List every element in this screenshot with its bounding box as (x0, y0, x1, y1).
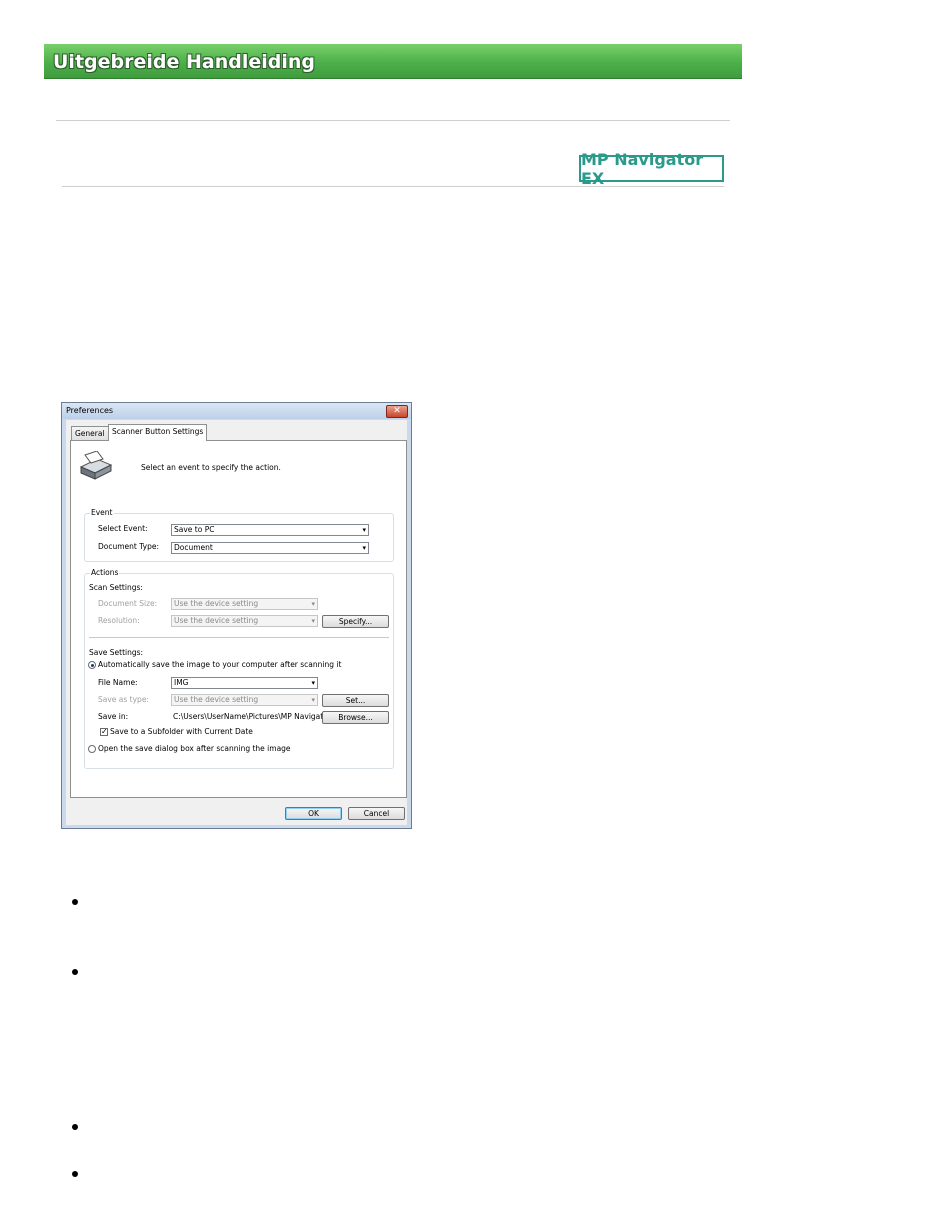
save-settings-label: Save Settings: (89, 648, 144, 657)
save-in-label: Save in: (98, 712, 129, 721)
save-as-type-label: Save as type: (98, 695, 149, 704)
save-as-type-dropdown[interactable]: Use the device setting ▾ (171, 694, 318, 706)
resolution-label: Resolution: (98, 616, 140, 625)
specify-button[interactable]: Specify... (322, 615, 389, 628)
select-event-value: Save to PC (174, 525, 215, 534)
auto-save-label[interactable]: Automatically save the image to your com… (98, 660, 341, 669)
document-size-dropdown[interactable]: Use the device setting ▾ (171, 598, 318, 610)
file-name-combo[interactable]: IMG ▾ (171, 677, 318, 689)
scanner-icon (79, 451, 113, 480)
actions-group: Actions Scan Settings: Document Size: Us… (84, 568, 394, 769)
select-event-label: Select Event: (98, 524, 148, 533)
document-type-label: Document Type: (98, 542, 159, 551)
save-in-path: C:\Users\UserName\Pictures\MP Navigat (173, 712, 324, 721)
header-title: Uitgebreide Handleiding (53, 51, 315, 73)
browse-button[interactable]: Browse... (322, 711, 389, 724)
bullet-3 (72, 1124, 78, 1130)
dialog-intro-text: Select an event to specify the action. (141, 463, 281, 472)
preferences-dialog: Preferences ✕ General Scanner Button Set… (61, 402, 412, 829)
chevron-down-icon: ▾ (311, 696, 315, 704)
scan-settings-label: Scan Settings: (89, 583, 143, 592)
bullet-1 (72, 899, 78, 905)
resolution-value: Use the device setting (174, 616, 259, 625)
tab-general[interactable]: General (71, 426, 109, 440)
save-as-type-value: Use the device setting (174, 695, 259, 704)
bullet-2 (72, 969, 78, 975)
set-button[interactable]: Set... (322, 694, 389, 707)
ok-button[interactable]: OK (285, 807, 342, 820)
top-divider (56, 120, 730, 121)
actions-separator (89, 637, 389, 638)
file-name-label: File Name: (98, 678, 138, 687)
dialog-client: General Scanner Button Settings Select a… (66, 420, 407, 825)
bullet-4 (72, 1171, 78, 1177)
document-size-label: Document Size: (98, 599, 158, 608)
chevron-down-icon: ▾ (362, 544, 366, 552)
select-event-dropdown[interactable]: Save to PC ▾ (171, 524, 369, 536)
tab-scanner-button-settings[interactable]: Scanner Button Settings (108, 424, 208, 441)
event-group: Event Select Event: Save to PC ▾ Documen… (84, 508, 394, 562)
actions-group-title: Actions (90, 568, 120, 577)
document-type-value: Document (174, 543, 213, 552)
logo-divider (62, 186, 724, 187)
open-dialog-radio[interactable] (88, 745, 96, 753)
cancel-button[interactable]: Cancel (348, 807, 405, 820)
subfolder-checkbox-label[interactable]: Save to a Subfolder with Current Date (110, 727, 253, 736)
header-banner: Uitgebreide Handleiding (44, 44, 742, 79)
dialog-titlebar: Preferences ✕ (62, 403, 411, 419)
subfolder-checkbox[interactable]: ✓ (100, 728, 108, 736)
close-icon[interactable]: ✕ (386, 405, 408, 418)
chevron-down-icon: ▾ (311, 679, 315, 687)
dialog-title: Preferences (66, 406, 114, 415)
product-logo-text: MP Navigator EX (581, 149, 704, 188)
resolution-dropdown[interactable]: Use the device setting ▾ (171, 615, 318, 627)
file-name-value: IMG (174, 678, 189, 687)
tab-panel: Select an event to specify the action. E… (70, 440, 407, 798)
chevron-down-icon: ▾ (362, 526, 366, 534)
auto-save-radio[interactable] (88, 661, 96, 669)
chevron-down-icon: ▾ (311, 617, 315, 625)
event-group-title: Event (90, 508, 114, 517)
product-logo: MP Navigator EX (579, 150, 724, 188)
document-size-value: Use the device setting (174, 599, 259, 608)
document-type-dropdown[interactable]: Document ▾ (171, 542, 369, 554)
chevron-down-icon: ▾ (311, 600, 315, 608)
open-dialog-label[interactable]: Open the save dialog box after scanning … (98, 744, 291, 753)
